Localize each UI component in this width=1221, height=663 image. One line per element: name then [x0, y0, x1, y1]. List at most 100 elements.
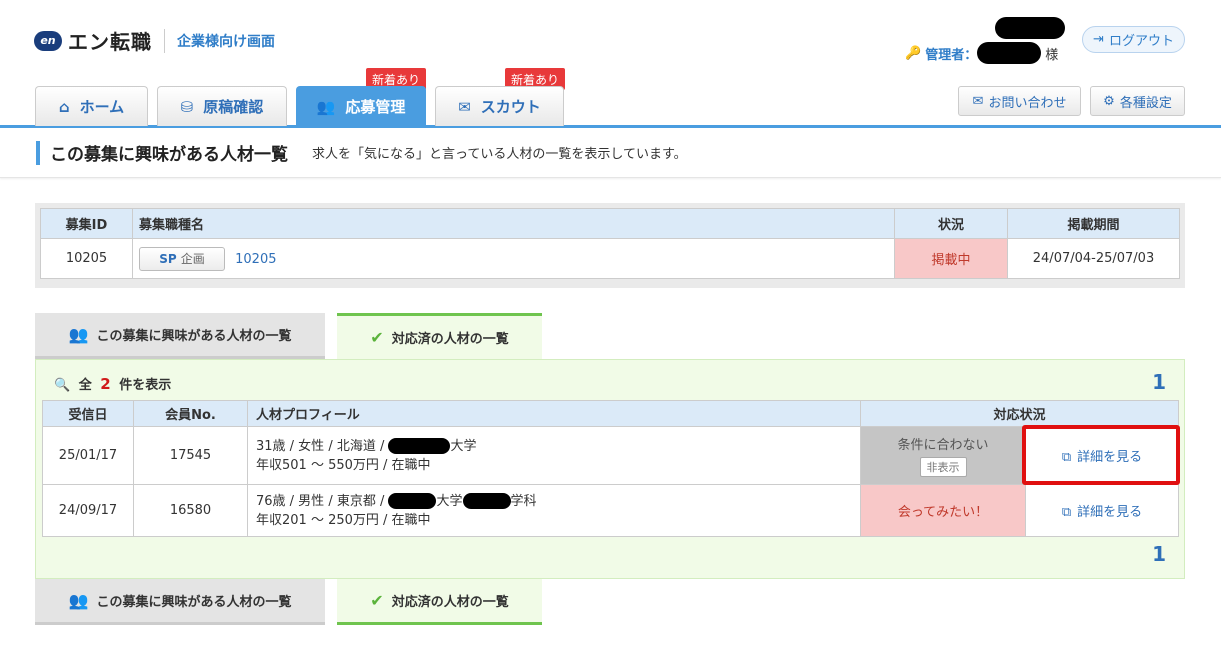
col-header: 状況: [894, 208, 1008, 239]
mail-icon: ✉: [458, 97, 471, 116]
result-count: 🔍 全 2 件を表示: [54, 374, 171, 393]
tab-label: この募集に興味がある人材の一覧: [96, 329, 292, 344]
profile-text: 31歳 / 女性 / 北海道 /: [256, 438, 385, 454]
member-no: 17545: [133, 426, 248, 485]
redacted-admin-name: [977, 42, 1042, 64]
redacted-school: [388, 493, 437, 509]
tab-label: 応募管理: [345, 98, 406, 116]
received-date: 25/01/17: [42, 426, 134, 485]
mail-icon: ✉: [972, 93, 984, 109]
col-header: 募集ID: [40, 208, 133, 239]
tab-label: ホーム: [79, 98, 125, 116]
results-panel: 🔍 全 2 件を表示 1 受信日 会員No. 人材プロフィール 対応状況 25/…: [35, 359, 1185, 579]
profile-line: 31歳 / 女性 / 北海道 / 大学: [256, 437, 860, 456]
count-suffix: 件を表示: [119, 378, 172, 393]
site-subtitle: 企業様向け画面: [177, 33, 275, 50]
contact-label: お問い合わせ: [988, 95, 1067, 111]
page-title-bar: この募集に興味がある人材一覧 求人を「気になる」と言っている人材の一覧を表示して…: [0, 128, 1221, 178]
plan-button[interactable]: SP 企画: [139, 246, 225, 271]
profile-cell: 76歳 / 男性 / 東京都 / 大学 学科 年収201 ～ 250万円 / 在職…: [247, 484, 861, 537]
logo[interactable]: en エン転職 企業様向け画面: [34, 26, 275, 55]
people-icon: 👥: [68, 325, 89, 344]
table-row: 25/01/17 17545 31歳 / 女性 / 北海道 / 大学 年収501…: [42, 426, 1179, 485]
col-header: 掲載期間: [1007, 208, 1180, 239]
status-cell: 会ってみたい！: [860, 484, 1026, 537]
page-description: 求人を「気になる」と言っている人材の一覧を表示しています。: [312, 147, 687, 162]
count-prefix: 全: [78, 378, 92, 393]
status-text: 条件に合わない: [897, 438, 989, 453]
page-number-bottom[interactable]: 1: [1152, 542, 1166, 566]
site-header: en エン転職 企業様向け画面 🔑 管理者： 様 ⇥ ログアウト 新着あり 新着…: [0, 0, 1221, 128]
page-title: この募集に興味がある人材一覧: [50, 145, 288, 165]
profile-cell: 31歳 / 女性 / 北海道 / 大学 年収501 ～ 550万円 / 在職中: [247, 426, 861, 485]
tab-label: 対応済の人材の一覧: [391, 595, 509, 610]
table-row: 24/09/17 16580 76歳 / 男性 / 東京都 / 大学 学科 年収2…: [42, 484, 1179, 537]
status-cell: 条件に合わない 非表示: [860, 426, 1026, 485]
logo-mark: en: [34, 30, 62, 51]
tab-handled-bottom[interactable]: ✔ 対応済の人材の一覧: [337, 579, 542, 625]
col-header: 会員No.: [133, 400, 248, 427]
tab-handled-top[interactable]: ✔ 対応済の人材の一覧: [337, 313, 542, 359]
people-icon: 👥: [68, 591, 89, 610]
detail-label: 詳細を見る: [1077, 505, 1143, 520]
check-icon: ✔: [370, 328, 384, 347]
col-header: 対応状況: [860, 400, 1179, 427]
key-icon: 🔑: [905, 45, 922, 61]
col-header: 受信日: [42, 400, 134, 427]
detail-link[interactable]: ⧉ 詳細を見る: [1025, 484, 1179, 537]
tab-label: 対応済の人材の一覧: [391, 332, 509, 347]
redacted-department: [462, 493, 511, 509]
job-table: 募集ID 募集職種名 状況 掲載期間 10205 SP 企画 10205 掲載中 …: [40, 208, 1180, 279]
contact-button[interactable]: ✉ お問い合わせ: [958, 86, 1081, 116]
job-id: 10205: [40, 238, 133, 279]
gear-icon: ⚙: [1103, 93, 1115, 109]
job-period: 24/07/04-25/07/03: [1007, 238, 1180, 279]
member-no: 16580: [133, 484, 248, 537]
tab-applications[interactable]: 👥 応募管理: [296, 86, 426, 126]
admin-label: 管理者：: [925, 47, 978, 63]
logout-label: ログアウト: [1108, 34, 1174, 49]
received-date: 24/09/17: [42, 484, 134, 537]
profile-line: 76歳 / 男性 / 東京都 / 大学 学科: [256, 492, 860, 511]
logo-text: エン転職: [68, 30, 152, 54]
tab-label: 原稿確認: [203, 98, 264, 116]
document-icon: ⛁: [180, 97, 194, 116]
check-icon: ✔: [370, 591, 384, 610]
plan-label: SP: [159, 251, 177, 266]
logout-icon: ⇥: [1093, 32, 1104, 47]
plan-type: 企画: [180, 252, 205, 266]
settings-button[interactable]: ⚙ 各種設定: [1090, 86, 1185, 116]
job-name-cell: SP 企画 10205: [132, 238, 895, 279]
job-info-box: 募集ID 募集職種名 状況 掲載期間 10205 SP 企画 10205 掲載中 …: [35, 203, 1185, 288]
job-status: 掲載中: [894, 238, 1008, 279]
page-number-top[interactable]: 1: [1152, 370, 1166, 394]
profile-salary: 年収501 ～ 550万円 / 在職中: [256, 457, 431, 473]
redacted-name: [995, 17, 1065, 39]
col-header: 人材プロフィール: [247, 400, 861, 427]
job-name-link[interactable]: 10205: [235, 252, 276, 267]
tab-label: スカウト: [480, 98, 541, 116]
search-icon: 🔍: [54, 378, 71, 393]
logout-button[interactable]: ⇥ ログアウト: [1082, 26, 1185, 53]
tab-home[interactable]: ⌂ ホーム: [35, 86, 148, 126]
profile-text: 大学: [450, 438, 477, 454]
profile-salary: 年収201 ～ 250万円 / 在職中: [256, 512, 431, 528]
hide-button[interactable]: 非表示: [919, 457, 967, 477]
tab-scout[interactable]: ✉ スカウト: [435, 86, 564, 126]
count-number: 2: [100, 375, 111, 393]
settings-label: 各種設定: [1119, 95, 1172, 111]
profile-text: 大学: [436, 493, 463, 509]
candidate-table: 受信日 会員No. 人材プロフィール 対応状況 25/01/17 17545 3…: [42, 400, 1179, 537]
profile-text: 76歳 / 男性 / 東京都 /: [256, 493, 385, 509]
tab-manuscript[interactable]: ⛁ 原稿確認: [157, 86, 287, 126]
divider: [164, 28, 165, 53]
tab-interested-bottom[interactable]: 👥 この募集に興味がある人材の一覧: [35, 579, 325, 625]
admin-suffix: 様: [1045, 47, 1059, 63]
col-header: 募集職種名: [132, 208, 895, 239]
tab-interested-top[interactable]: 👥 この募集に興味がある人材の一覧: [35, 313, 325, 359]
admin-info: 🔑 管理者： 様: [905, 42, 1058, 64]
people-icon: 👥: [316, 97, 336, 116]
tab-label: この募集に興味がある人材の一覧: [96, 595, 292, 610]
highlight-box: [1022, 425, 1180, 485]
title-accent: [36, 140, 40, 165]
